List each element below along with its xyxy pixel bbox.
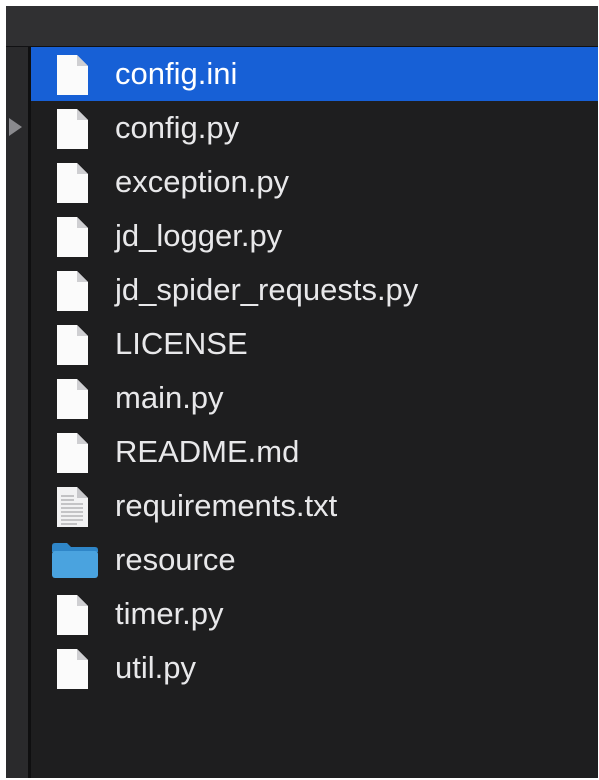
file-name: main.py (115, 380, 224, 415)
file-row[interactable]: config.ini (31, 47, 598, 101)
document-icon (55, 108, 89, 150)
toolbar (6, 6, 598, 47)
file-name: jd_logger.py (115, 218, 283, 253)
text-document-icon (55, 486, 89, 528)
file-name: jd_spider_requests.py (115, 272, 419, 307)
file-name: timer.py (115, 596, 224, 631)
file-name: util.py (115, 650, 196, 685)
document-icon (55, 270, 89, 312)
file-row[interactable]: requirements.txt (31, 479, 598, 533)
file-row[interactable]: LICENSE (31, 317, 598, 371)
file-name: resource (115, 542, 236, 577)
document-icon (55, 648, 89, 690)
document-icon (55, 378, 89, 420)
folder-icon (51, 540, 99, 582)
folder-row[interactable]: resource (31, 533, 598, 587)
file-name: requirements.txt (115, 488, 338, 523)
file-name: config.py (115, 110, 240, 145)
file-row[interactable]: jd_logger.py (31, 209, 598, 263)
document-icon (55, 324, 89, 366)
file-row[interactable]: jd_spider_requests.py (31, 263, 598, 317)
parent-column (6, 47, 28, 778)
file-row[interactable]: main.py (31, 371, 598, 425)
file-row[interactable]: timer.py (31, 587, 598, 641)
document-icon (55, 54, 89, 96)
file-row[interactable]: README.md (31, 425, 598, 479)
file-name: LICENSE (115, 326, 248, 361)
finder-window: config.ini config.py exception.py jd_log… (6, 6, 598, 778)
document-icon (55, 162, 89, 204)
file-name: exception.py (115, 164, 290, 199)
disclosure-triangle-icon[interactable] (9, 118, 22, 136)
document-icon (55, 216, 89, 258)
file-row[interactable]: config.py (31, 101, 598, 155)
file-name: config.ini (115, 56, 238, 91)
file-row[interactable]: exception.py (31, 155, 598, 209)
file-list: config.ini config.py exception.py jd_log… (31, 47, 598, 695)
file-name: README.md (115, 434, 300, 469)
document-icon (55, 432, 89, 474)
document-icon (55, 594, 89, 636)
file-row[interactable]: util.py (31, 641, 598, 695)
